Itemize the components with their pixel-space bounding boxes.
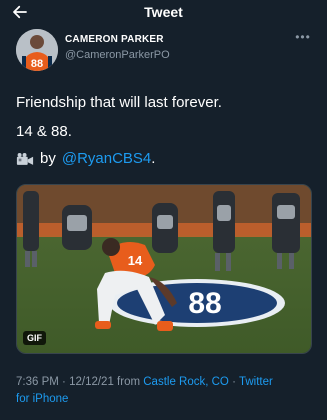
- tweet-metadata: 7:36 PM · 12/12/21 from Castle Rock, CO …: [16, 374, 316, 408]
- page-title: Tweet: [144, 4, 183, 20]
- meta-separator: ·: [62, 376, 66, 388]
- tweet-text-line-2: 14 & 88.: [16, 123, 72, 140]
- author-display-name[interactable]: CAMERON PARKER: [65, 34, 164, 45]
- client-line-1: Twitter: [238, 376, 273, 388]
- field-number: 88: [188, 287, 221, 320]
- avatar-jersey-number: 88: [31, 58, 43, 70]
- trailing-punctuation: .: [151, 150, 156, 167]
- tweet-text-line-3: by @RyanCBS4.: [16, 150, 155, 168]
- player-number: 14: [128, 253, 143, 268]
- from-label: from: [117, 376, 141, 388]
- location-link[interactable]: Castle Rock, CO: [143, 376, 229, 388]
- more-options-icon[interactable]: •••: [292, 30, 314, 44]
- mention-link[interactable]: @RyanCBS4: [62, 150, 151, 167]
- tweet-text-line-1: Friendship that will last forever.: [16, 94, 222, 111]
- tweet-date: 12/12/21: [69, 376, 114, 388]
- tweet-time: 7:36 PM: [16, 376, 59, 388]
- gif-frame: 88 14: [17, 185, 311, 353]
- video-camera-icon: [16, 152, 34, 165]
- gif-media[interactable]: 88 14 GIF: [16, 184, 312, 354]
- client-line-2: for iPhone: [16, 393, 69, 405]
- gif-badge: GIF: [23, 331, 46, 345]
- avatar[interactable]: 88: [16, 29, 58, 71]
- avatar-image: 88: [16, 29, 58, 71]
- meta-separator-2: ·: [232, 376, 236, 388]
- author-handle[interactable]: @CameronParkerPO: [65, 49, 170, 61]
- top-bar: Tweet: [0, 0, 327, 24]
- by-label: by: [40, 150, 56, 167]
